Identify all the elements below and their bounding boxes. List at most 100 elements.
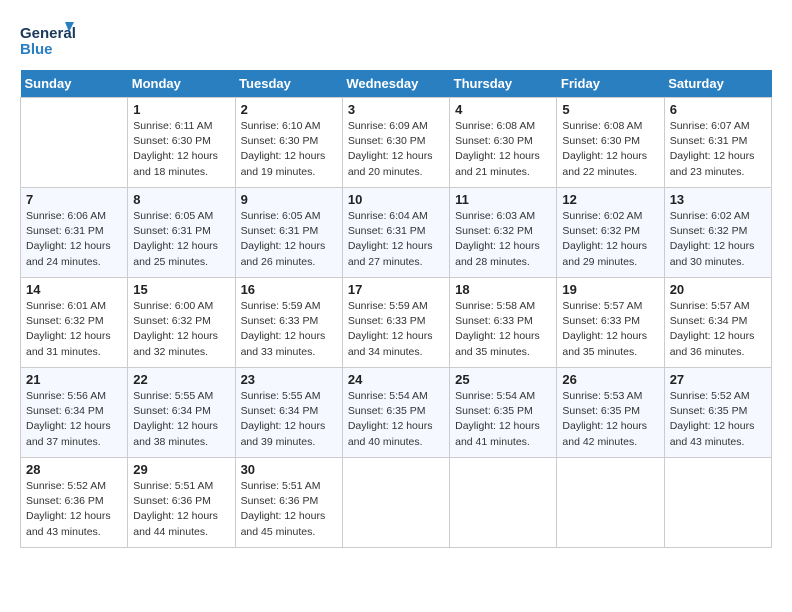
day-number: 2 [241,102,337,117]
calendar-table: SundayMondayTuesdayWednesdayThursdayFrid… [20,70,772,548]
day-info: Sunrise: 5:51 AM Sunset: 6:36 PM Dayligh… [133,479,229,540]
calendar-cell [342,458,449,548]
calendar-cell: 25Sunrise: 5:54 AM Sunset: 6:35 PM Dayli… [450,368,557,458]
day-number: 27 [670,372,766,387]
calendar-week-5: 28 Sunrise: 5:52 AM Sunset: 6:36 PM Dayli… [21,458,772,548]
day-info: Sunrise: 6:08 AM Sunset: 6:30 PM Dayligh… [455,119,551,180]
day-info: Sunrise: 6:06 AM Sunset: 6:31 PM Dayligh… [26,209,122,270]
day-info: Sunrise: 5:55 AM Sunset: 6:34 PM Dayligh… [241,389,337,450]
calendar-cell [557,458,664,548]
calendar-cell: 12 Sunrise: 6:02 AM Sunset: 6:32 PM Dayli… [557,188,664,278]
day-number: 16 [241,282,337,297]
calendar-cell: 1 Sunrise: 6:11 AM Sunset: 6:30 PM Daylig… [128,98,235,188]
day-info: Sunrise: 6:04 AM Sunset: 6:31 PM Dayligh… [348,209,444,270]
day-number: 18 [455,282,551,297]
logo: GeneralBlue [20,20,75,60]
day-number: 24 [348,372,444,387]
day-info: Sunrise: 5:54 AM Sunset: 6:35 PM Dayligh… [455,389,551,450]
day-info: Sunrise: 6:08 AM Sunset: 6:30 PM Dayligh… [562,119,658,180]
calendar-week-4: 21 Sunrise: 5:56 AM Sunset: 6:34 PM Dayli… [21,368,772,458]
day-number: 28 [26,462,122,477]
day-number: 14 [26,282,122,297]
day-number: 20 [670,282,766,297]
day-number: 29 [133,462,229,477]
calendar-cell [664,458,771,548]
day-info: Sunrise: 6:02 AM Sunset: 6:32 PM Dayligh… [562,209,658,270]
calendar-cell: 19 Sunrise: 5:57 AM Sunset: 6:33 PM Dayli… [557,278,664,368]
day-info: Sunrise: 6:05 AM Sunset: 6:31 PM Dayligh… [241,209,337,270]
logo-icon: GeneralBlue [20,20,75,60]
day-info: Sunrise: 5:56 AM Sunset: 6:34 PM Dayligh… [26,389,122,450]
day-info: Sunrise: 5:55 AM Sunset: 6:34 PM Dayligh… [133,389,229,450]
day-number: 23 [241,372,337,387]
day-info: Sunrise: 5:59 AM Sunset: 6:33 PM Dayligh… [348,299,444,360]
calendar-week-1: 1 Sunrise: 6:11 AM Sunset: 6:30 PM Daylig… [21,98,772,188]
weekday-header-saturday: Saturday [664,70,771,98]
calendar-cell: 3Sunrise: 6:09 AM Sunset: 6:30 PM Daylig… [342,98,449,188]
calendar-cell [450,458,557,548]
calendar-cell: 8 Sunrise: 6:05 AM Sunset: 6:31 PM Daylig… [128,188,235,278]
weekday-header-wednesday: Wednesday [342,70,449,98]
calendar-cell: 13 Sunrise: 6:02 AM Sunset: 6:32 PM Dayli… [664,188,771,278]
day-number: 30 [241,462,337,477]
calendar-cell: 14 Sunrise: 6:01 AM Sunset: 6:32 PM Dayli… [21,278,128,368]
calendar-cell: 5 Sunrise: 6:08 AM Sunset: 6:30 PM Daylig… [557,98,664,188]
calendar-cell: 27 Sunrise: 5:52 AM Sunset: 6:35 PM Dayli… [664,368,771,458]
day-info: Sunrise: 6:01 AM Sunset: 6:32 PM Dayligh… [26,299,122,360]
calendar-cell: 15 Sunrise: 6:00 AM Sunset: 6:32 PM Dayli… [128,278,235,368]
calendar-cell: 6 Sunrise: 6:07 AM Sunset: 6:31 PM Daylig… [664,98,771,188]
page-header: GeneralBlue [20,20,772,60]
day-info: Sunrise: 6:10 AM Sunset: 6:30 PM Dayligh… [241,119,337,180]
calendar-cell: 20 Sunrise: 5:57 AM Sunset: 6:34 PM Dayli… [664,278,771,368]
day-number: 26 [562,372,658,387]
day-info: Sunrise: 5:58 AM Sunset: 6:33 PM Dayligh… [455,299,551,360]
calendar-cell: 16 Sunrise: 5:59 AM Sunset: 6:33 PM Dayli… [235,278,342,368]
day-info: Sunrise: 5:52 AM Sunset: 6:36 PM Dayligh… [26,479,122,540]
day-info: Sunrise: 5:57 AM Sunset: 6:34 PM Dayligh… [670,299,766,360]
day-number: 12 [562,192,658,207]
day-number: 13 [670,192,766,207]
day-info: Sunrise: 5:52 AM Sunset: 6:35 PM Dayligh… [670,389,766,450]
day-info: Sunrise: 5:57 AM Sunset: 6:33 PM Dayligh… [562,299,658,360]
day-info: Sunrise: 6:00 AM Sunset: 6:32 PM Dayligh… [133,299,229,360]
weekday-header-sunday: Sunday [21,70,128,98]
weekday-header-row: SundayMondayTuesdayWednesdayThursdayFrid… [21,70,772,98]
calendar-cell: 18 Sunrise: 5:58 AM Sunset: 6:33 PM Dayli… [450,278,557,368]
calendar-cell: 7Sunrise: 6:06 AM Sunset: 6:31 PM Daylig… [21,188,128,278]
day-info: Sunrise: 5:54 AM Sunset: 6:35 PM Dayligh… [348,389,444,450]
weekday-header-tuesday: Tuesday [235,70,342,98]
day-number: 21 [26,372,122,387]
svg-text:Blue: Blue [20,41,53,58]
day-number: 22 [133,372,229,387]
day-number: 5 [562,102,658,117]
day-number: 17 [348,282,444,297]
day-info: Sunrise: 5:51 AM Sunset: 6:36 PM Dayligh… [241,479,337,540]
calendar-week-2: 7Sunrise: 6:06 AM Sunset: 6:31 PM Daylig… [21,188,772,278]
day-number: 19 [562,282,658,297]
day-info: Sunrise: 6:05 AM Sunset: 6:31 PM Dayligh… [133,209,229,270]
calendar-cell: 24 Sunrise: 5:54 AM Sunset: 6:35 PM Dayli… [342,368,449,458]
weekday-header-thursday: Thursday [450,70,557,98]
day-number: 15 [133,282,229,297]
day-info: Sunrise: 6:09 AM Sunset: 6:30 PM Dayligh… [348,119,444,180]
calendar-cell: 10 Sunrise: 6:04 AM Sunset: 6:31 PM Dayli… [342,188,449,278]
day-number: 4 [455,102,551,117]
weekday-header-friday: Friday [557,70,664,98]
day-number: 11 [455,192,551,207]
day-info: Sunrise: 6:03 AM Sunset: 6:32 PM Dayligh… [455,209,551,270]
calendar-cell: 30 Sunrise: 5:51 AM Sunset: 6:36 PM Dayli… [235,458,342,548]
calendar-cell [21,98,128,188]
day-info: Sunrise: 6:02 AM Sunset: 6:32 PM Dayligh… [670,209,766,270]
day-number: 6 [670,102,766,117]
calendar-cell: 4 Sunrise: 6:08 AM Sunset: 6:30 PM Daylig… [450,98,557,188]
day-info: Sunrise: 5:59 AM Sunset: 6:33 PM Dayligh… [241,299,337,360]
day-number: 9 [241,192,337,207]
day-number: 8 [133,192,229,207]
calendar-week-3: 14 Sunrise: 6:01 AM Sunset: 6:32 PM Dayli… [21,278,772,368]
day-info: Sunrise: 6:07 AM Sunset: 6:31 PM Dayligh… [670,119,766,180]
day-number: 10 [348,192,444,207]
day-info: Sunrise: 6:11 AM Sunset: 6:30 PM Dayligh… [133,119,229,180]
calendar-cell: 28 Sunrise: 5:52 AM Sunset: 6:36 PM Dayli… [21,458,128,548]
day-number: 1 [133,102,229,117]
weekday-header-monday: Monday [128,70,235,98]
